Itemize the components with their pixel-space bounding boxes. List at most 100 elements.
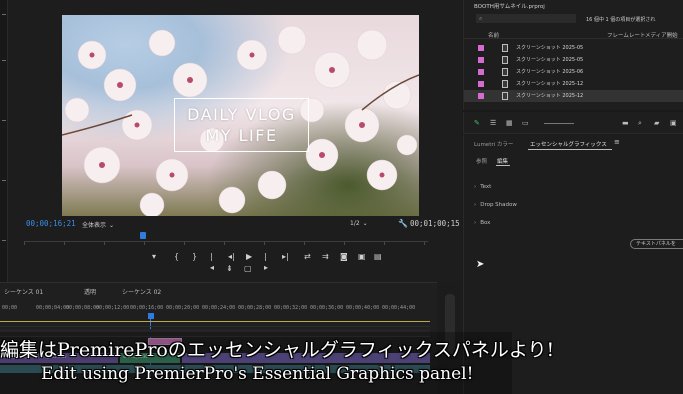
list-item[interactable]: スクリーンショット 2025-12 bbox=[464, 78, 683, 90]
ruler-label: 00;00;16;00 bbox=[130, 305, 164, 311]
project-title: BOOTH用サムネイル.prproj bbox=[474, 4, 545, 10]
mark-out-icon[interactable]: } bbox=[192, 251, 197, 262]
item-name: スクリーンショット 2025-12 bbox=[516, 93, 584, 99]
work-area-bar[interactable] bbox=[0, 321, 430, 327]
duration-timecode: 00;01;00;15 bbox=[410, 219, 460, 228]
tools-strip bbox=[0, 0, 8, 282]
active-subtab-indicator bbox=[496, 165, 510, 166]
tab-browse[interactable]: 参照 bbox=[476, 157, 487, 165]
still-image-icon bbox=[502, 44, 508, 52]
title-line-2: MY LIFE bbox=[205, 126, 278, 145]
tab-transparent[interactable]: 透明 bbox=[84, 287, 96, 296]
ruler-label: 00;00;40;00 bbox=[346, 305, 380, 311]
project-column-headers: 名前 フレームレート メディア開始 bbox=[464, 30, 683, 39]
caption-japanese: 編集はPremireProのエッセンシャルグラフィックスパネルより! bbox=[0, 339, 555, 361]
tab-essential-graphics[interactable]: エッセンシャルグラフィックス bbox=[530, 140, 607, 148]
comparison-view-icon[interactable]: ▣ bbox=[358, 251, 366, 262]
ruler-label: 00;00;24;00 bbox=[202, 305, 236, 311]
mouse-cursor-icon: ➤ bbox=[476, 259, 485, 270]
ruler-label: 00;00 bbox=[2, 305, 18, 311]
project-panel: BOOTH用サムネイル.prproj ⌕ 16 個中 1 個の項目が選択され 名… bbox=[463, 0, 683, 110]
project-toolbar: ✎ ☰ ▦ ▭ ▬ ⌕ ▰ ▣ bbox=[463, 112, 683, 134]
item-name: スクリーンショット 2025-06 bbox=[516, 69, 584, 75]
go-to-out-icon[interactable]: ▸| bbox=[282, 251, 289, 262]
ruler-label: 00;00;44;00 bbox=[382, 305, 416, 311]
freeform-view-icon[interactable]: ▭ bbox=[522, 119, 529, 127]
label-color-swatch[interactable] bbox=[478, 81, 484, 87]
section-text[interactable]: Text bbox=[474, 184, 491, 190]
ruler-label: 00;00;12;00 bbox=[96, 305, 130, 311]
step-back-icon[interactable]: ◂| bbox=[228, 251, 235, 262]
zoom-level-select[interactable]: 全体表示 bbox=[82, 220, 114, 229]
wrench-icon[interactable]: 🔧 bbox=[398, 219, 408, 228]
ruler-label: 00;00;32;00 bbox=[274, 305, 308, 311]
search-icon: ⌕ bbox=[479, 15, 483, 22]
label-color-swatch[interactable] bbox=[478, 93, 484, 99]
new-bin-icon[interactable]: ▬ bbox=[622, 119, 629, 127]
section-drop-shadow[interactable]: Drop Shadow bbox=[474, 202, 517, 208]
new-item-icon[interactable]: ▣ bbox=[670, 119, 677, 127]
list-item[interactable]: スクリーンショット 2025-06 bbox=[464, 66, 683, 78]
column-media-start[interactable]: メディア開始 bbox=[645, 31, 678, 39]
item-name: スクリーンショット 2025-12 bbox=[516, 81, 584, 87]
column-name[interactable]: 名前 bbox=[488, 31, 499, 39]
still-image-icon bbox=[502, 56, 508, 64]
text-panel-button[interactable]: テキストパネルを bbox=[630, 239, 683, 249]
add-marker-icon[interactable]: ▾ bbox=[152, 251, 156, 262]
tab-lumetri-color[interactable]: Lumetri カラー bbox=[474, 140, 513, 148]
insert-icon[interactable]: ⇄ bbox=[304, 251, 311, 262]
caption-english: Edit using PremierPro's Essential Graphi… bbox=[41, 364, 474, 384]
panel-menu-icon[interactable]: ≡ bbox=[614, 138, 620, 146]
mark-in-icon[interactable]: { bbox=[174, 251, 179, 262]
pencil-icon[interactable]: ✎ bbox=[474, 119, 480, 127]
label-color-swatch[interactable] bbox=[478, 57, 484, 63]
list-item-selected[interactable]: スクリーンショット 2025-12 bbox=[464, 90, 683, 102]
search-input[interactable]: ⌕ bbox=[476, 14, 576, 23]
still-image-icon bbox=[502, 92, 508, 100]
list-item[interactable]: スクリーンショット 2025-05 bbox=[464, 54, 683, 66]
ruler-label: 00;00;08;00 bbox=[66, 305, 100, 311]
tab-sequence-02[interactable]: シーケンス 02 bbox=[122, 287, 161, 296]
item-name: スクリーンショット 2025-05 bbox=[516, 45, 584, 51]
monitor-playhead[interactable] bbox=[140, 232, 146, 239]
play-icon[interactable]: ▶ bbox=[246, 251, 252, 262]
ruler-label: 00;00;36;00 bbox=[310, 305, 344, 311]
folder-icon[interactable]: ▰ bbox=[654, 119, 659, 127]
program-monitor: DAILY VLOG MY LIFE 00;00;16;21 全体表示 1/2 … bbox=[0, 0, 462, 282]
column-framerate[interactable]: フレームレート bbox=[607, 31, 645, 39]
section-box[interactable]: Box bbox=[474, 220, 490, 226]
button-editor-icon[interactable]: ▢ bbox=[244, 264, 252, 273]
still-image-icon bbox=[502, 80, 508, 88]
selection-count: 16 個中 1 個の項目が選択され bbox=[586, 17, 656, 23]
monitor-info-bar: 00;00;16;21 全体表示 1/2 🔧 00;01;00;15 bbox=[20, 219, 460, 231]
search-icon[interactable]: ⌕ bbox=[638, 119, 642, 128]
label-color-swatch[interactable] bbox=[478, 69, 484, 75]
current-timecode[interactable]: 00;00;16;21 bbox=[26, 219, 76, 228]
overwrite-icon[interactable]: ⇉ bbox=[322, 251, 329, 262]
item-name: スクリーンショット 2025-05 bbox=[516, 57, 584, 63]
ruler-label: 00;00;20;00 bbox=[166, 305, 200, 311]
time-ruler[interactable]: 00;00 00;00;04;00 00;00;08;00 00;00;12;0… bbox=[0, 305, 437, 317]
zoom-slider[interactable] bbox=[544, 123, 574, 124]
playback-resolution-select[interactable]: 1/2 bbox=[350, 220, 368, 227]
active-tab-indicator bbox=[528, 149, 612, 150]
tab-edit[interactable]: 編集 bbox=[497, 157, 508, 165]
go-to-in-icon[interactable]: |◂ bbox=[210, 251, 214, 273]
icon-view-icon[interactable]: ▦ bbox=[506, 119, 513, 127]
export-frame-icon[interactable]: ◙ bbox=[340, 251, 348, 262]
title-graphic[interactable]: DAILY VLOG MY LIFE bbox=[174, 98, 309, 152]
monitor-scrub-bar[interactable] bbox=[24, 241, 428, 245]
label-color-swatch[interactable] bbox=[478, 45, 484, 51]
vr-video-icon[interactable]: ▤ bbox=[374, 251, 382, 262]
list-item[interactable]: スクリーンショット 2025-05 bbox=[464, 42, 683, 54]
toggle-proxies-icon[interactable]: ⇟ bbox=[226, 264, 233, 273]
timeline-playhead[interactable] bbox=[148, 313, 154, 319]
ruler-label: 00;00;04;00 bbox=[36, 305, 70, 311]
video-frame[interactable]: DAILY VLOG MY LIFE bbox=[62, 15, 419, 216]
step-forward-icon[interactable]: |▸ bbox=[264, 251, 268, 273]
list-view-icon[interactable]: ☰ bbox=[490, 119, 496, 127]
title-line-1: DAILY VLOG bbox=[187, 105, 296, 124]
still-image-icon bbox=[502, 68, 508, 76]
ruler-label: 00;00;28;00 bbox=[238, 305, 272, 311]
tab-sequence-01[interactable]: シーケンス 01 bbox=[4, 287, 43, 296]
